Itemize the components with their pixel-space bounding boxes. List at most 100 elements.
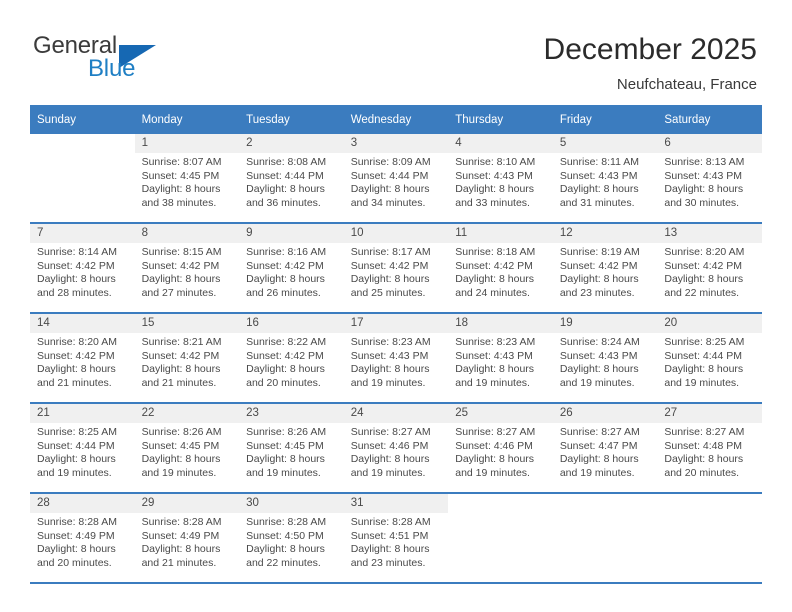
daylight-text-line1: Daylight: 8 hours bbox=[350, 363, 430, 376]
calendar-day-cell[interactable]: 13 Sunrise: 8:20 AM Sunset: 4:42 PM Dayligh… bbox=[657, 223, 762, 314]
sunset-text: Sunset: 4:44 PM bbox=[246, 169, 324, 182]
day-number: 31 bbox=[343, 494, 449, 513]
day-details: Sunrise: 8:20 AM Sunset: 4:42 PM Daylight:… bbox=[30, 333, 135, 390]
day-details: Sunrise: 8:13 AM Sunset: 4:43 PM Daylight:… bbox=[657, 153, 762, 210]
daylight-text-line1: Daylight: 8 hours bbox=[246, 273, 325, 286]
sunset-text: Sunset: 4:43 PM bbox=[455, 349, 533, 362]
daylight-text-line1: Daylight: 8 hours bbox=[455, 183, 535, 196]
weekday-header-thursday: Thursday bbox=[448, 105, 553, 134]
calendar-day-cell[interactable]: 18 Sunrise: 8:23 AM Sunset: 4:43 PM Dayligh… bbox=[448, 313, 553, 404]
calendar-day-cell[interactable]: 31 Sunrise: 8:28 AM Sunset: 4:51 PM Dayligh… bbox=[343, 493, 449, 584]
day-number: 9 bbox=[239, 224, 344, 243]
daylight-text-line2: and 22 minutes. bbox=[664, 286, 740, 299]
daylight-text-line2: and 19 minutes. bbox=[559, 376, 635, 389]
day-number: 3 bbox=[343, 134, 449, 153]
sunset-text: Sunset: 4:43 PM bbox=[559, 169, 638, 182]
calendar-day-cell[interactable]: 12 Sunrise: 8:19 AM Sunset: 4:42 PM Dayligh… bbox=[552, 223, 658, 314]
daylight-text-line1: Daylight: 8 hours bbox=[37, 363, 116, 376]
daylight-text-line2: and 19 minutes. bbox=[350, 376, 426, 389]
calendar-day-cell[interactable]: 7 Sunrise: 8:14 AM Sunset: 4:42 PM Daylight… bbox=[30, 223, 135, 314]
calendar-day-cell[interactable]: 17 Sunrise: 8:23 AM Sunset: 4:43 PM Dayligh… bbox=[343, 313, 449, 404]
day-cell-inner bbox=[30, 134, 135, 222]
calendar-day-cell[interactable]: 28 Sunrise: 8:28 AM Sunset: 4:49 PM Dayligh… bbox=[30, 493, 135, 584]
day-number: 14 bbox=[30, 314, 135, 333]
day-cell-inner: 1 Sunrise: 8:07 AM Sunset: 4:45 PM Daylight… bbox=[134, 134, 240, 222]
sunset-text: Sunset: 4:43 PM bbox=[455, 169, 533, 182]
day-details: Sunrise: 8:14 AM Sunset: 4:42 PM Daylight:… bbox=[30, 243, 135, 300]
daylight-text-line2: and 31 minutes. bbox=[559, 196, 635, 209]
daylight-text-line2: and 20 minutes. bbox=[246, 376, 321, 389]
day-cell-inner: 10 Sunrise: 8:17 AM Sunset: 4:42 PM Dayligh… bbox=[343, 224, 449, 312]
calendar-cell-empty bbox=[657, 493, 762, 584]
sunrise-text: Sunrise: 8:16 AM bbox=[246, 246, 327, 258]
day-cell-inner: 6 Sunrise: 8:13 AM Sunset: 4:43 PM Daylight… bbox=[657, 134, 762, 222]
calendar-day-cell[interactable]: 5 Sunrise: 8:11 AM Sunset: 4:43 PM Daylight… bbox=[552, 134, 658, 224]
day-number: 6 bbox=[657, 134, 762, 153]
sunset-text: Sunset: 4:44 PM bbox=[37, 439, 115, 452]
sunset-text: Sunset: 4:51 PM bbox=[350, 529, 429, 542]
sunrise-text: Sunrise: 8:21 AM bbox=[141, 336, 222, 348]
day-cell-inner: 14 Sunrise: 8:20 AM Sunset: 4:42 PM Dayligh… bbox=[30, 314, 135, 402]
daylight-text-line1: Daylight: 8 hours bbox=[350, 543, 430, 556]
daylight-text-line1: Daylight: 8 hours bbox=[664, 363, 744, 376]
day-details: Sunrise: 8:27 AM Sunset: 4:46 PM Daylight:… bbox=[344, 423, 449, 480]
calendar-day-cell[interactable]: 11 Sunrise: 8:18 AM Sunset: 4:42 PM Dayligh… bbox=[448, 223, 553, 314]
day-details: Sunrise: 8:27 AM Sunset: 4:48 PM Daylight:… bbox=[657, 423, 762, 480]
day-details: Sunrise: 8:26 AM Sunset: 4:45 PM Daylight:… bbox=[135, 423, 240, 480]
calendar-day-cell[interactable]: 25 Sunrise: 8:27 AM Sunset: 4:46 PM Dayligh… bbox=[448, 403, 553, 494]
calendar-week-row: 14 Sunrise: 8:20 AM Sunset: 4:42 PM Dayligh… bbox=[30, 313, 762, 404]
daylight-text-line2: and 21 minutes. bbox=[141, 556, 217, 569]
calendar-day-cell[interactable]: 22 Sunrise: 8:26 AM Sunset: 4:45 PM Dayligh… bbox=[134, 403, 240, 494]
sunrise-text: Sunrise: 8:19 AM bbox=[559, 246, 640, 258]
calendar-day-cell[interactable]: 20 Sunrise: 8:25 AM Sunset: 4:44 PM Dayligh… bbox=[657, 313, 762, 404]
calendar-day-cell[interactable]: 8 Sunrise: 8:15 AM Sunset: 4:42 PM Daylight… bbox=[134, 223, 240, 314]
calendar-day-cell[interactable]: 30 Sunrise: 8:28 AM Sunset: 4:50 PM Dayligh… bbox=[239, 493, 344, 584]
sunrise-text: Sunrise: 8:11 AM bbox=[559, 156, 639, 168]
calendar-day-cell[interactable]: 9 Sunrise: 8:16 AM Sunset: 4:42 PM Daylight… bbox=[239, 223, 344, 314]
daylight-text-line2: and 19 minutes. bbox=[37, 466, 112, 479]
calendar-day-cell[interactable]: 23 Sunrise: 8:26 AM Sunset: 4:45 PM Dayligh… bbox=[239, 403, 344, 494]
daylight-text-line1: Daylight: 8 hours bbox=[141, 273, 221, 286]
brand-logo[interactable]: General Blue bbox=[33, 32, 213, 88]
calendar-day-cell[interactable]: 14 Sunrise: 8:20 AM Sunset: 4:42 PM Dayligh… bbox=[30, 313, 135, 404]
sunset-text: Sunset: 4:42 PM bbox=[37, 259, 115, 272]
day-details: Sunrise: 8:27 AM Sunset: 4:47 PM Daylight:… bbox=[553, 423, 658, 480]
day-details: Sunrise: 8:23 AM Sunset: 4:43 PM Daylight:… bbox=[448, 333, 553, 390]
title-block: December 2025 Neufchateau, France bbox=[544, 32, 757, 96]
day-details: Sunrise: 8:28 AM Sunset: 4:49 PM Daylight:… bbox=[30, 513, 135, 570]
sunrise-text: Sunrise: 8:20 AM bbox=[37, 336, 117, 348]
daylight-text-line2: and 20 minutes. bbox=[37, 556, 112, 569]
calendar-day-cell[interactable]: 2 Sunrise: 8:08 AM Sunset: 4:44 PM Daylight… bbox=[239, 134, 344, 224]
calendar-cell-empty bbox=[448, 493, 553, 584]
day-cell-inner: 31 Sunrise: 8:28 AM Sunset: 4:51 PM Dayligh… bbox=[343, 494, 449, 582]
daylight-text-line2: and 19 minutes. bbox=[246, 466, 321, 479]
day-cell-inner: 5 Sunrise: 8:11 AM Sunset: 4:43 PM Daylight… bbox=[552, 134, 658, 222]
calendar-day-cell[interactable]: 24 Sunrise: 8:27 AM Sunset: 4:46 PM Dayligh… bbox=[343, 403, 449, 494]
calendar-day-cell[interactable]: 16 Sunrise: 8:22 AM Sunset: 4:42 PM Dayligh… bbox=[239, 313, 344, 404]
calendar-day-cell[interactable]: 15 Sunrise: 8:21 AM Sunset: 4:42 PM Dayligh… bbox=[134, 313, 240, 404]
sunrise-text: Sunrise: 8:26 AM bbox=[141, 426, 222, 438]
calendar-day-cell[interactable]: 4 Sunrise: 8:10 AM Sunset: 4:43 PM Daylight… bbox=[448, 134, 553, 224]
calendar-day-cell[interactable]: 1 Sunrise: 8:07 AM Sunset: 4:45 PM Daylight… bbox=[134, 134, 240, 224]
calendar-day-cell[interactable]: 26 Sunrise: 8:27 AM Sunset: 4:47 PM Dayligh… bbox=[552, 403, 658, 494]
daylight-text-line2: and 19 minutes. bbox=[664, 376, 740, 389]
calendar-week-row: 28 Sunrise: 8:28 AM Sunset: 4:49 PM Dayligh… bbox=[30, 493, 762, 584]
sunset-text: Sunset: 4:49 PM bbox=[37, 529, 115, 542]
calendar-day-cell[interactable]: 3 Sunrise: 8:09 AM Sunset: 4:44 PM Daylight… bbox=[343, 134, 449, 224]
daylight-text-line1: Daylight: 8 hours bbox=[559, 183, 639, 196]
daylight-text-line2: and 20 minutes. bbox=[664, 466, 740, 479]
calendar-day-cell[interactable]: 29 Sunrise: 8:28 AM Sunset: 4:49 PM Dayligh… bbox=[134, 493, 240, 584]
sunrise-text: Sunrise: 8:08 AM bbox=[246, 156, 327, 168]
sunset-text: Sunset: 4:45 PM bbox=[141, 169, 220, 182]
day-number: 29 bbox=[134, 494, 240, 513]
calendar-day-cell[interactable]: 6 Sunrise: 8:13 AM Sunset: 4:43 PM Daylight… bbox=[657, 134, 762, 224]
daylight-text-line2: and 19 minutes. bbox=[455, 376, 530, 389]
sunrise-text: Sunrise: 8:09 AM bbox=[350, 156, 431, 168]
day-details: Sunrise: 8:16 AM Sunset: 4:42 PM Daylight:… bbox=[239, 243, 344, 300]
sunrise-text: Sunrise: 8:27 AM bbox=[664, 426, 745, 438]
calendar-day-cell[interactable]: 10 Sunrise: 8:17 AM Sunset: 4:42 PM Dayligh… bbox=[343, 223, 449, 314]
calendar-day-cell[interactable]: 19 Sunrise: 8:24 AM Sunset: 4:43 PM Dayligh… bbox=[552, 313, 658, 404]
day-number: 16 bbox=[239, 314, 344, 333]
calendar-day-cell[interactable]: 27 Sunrise: 8:27 AM Sunset: 4:48 PM Dayligh… bbox=[657, 403, 762, 494]
calendar-day-cell[interactable]: 21 Sunrise: 8:25 AM Sunset: 4:44 PM Dayligh… bbox=[30, 403, 135, 494]
